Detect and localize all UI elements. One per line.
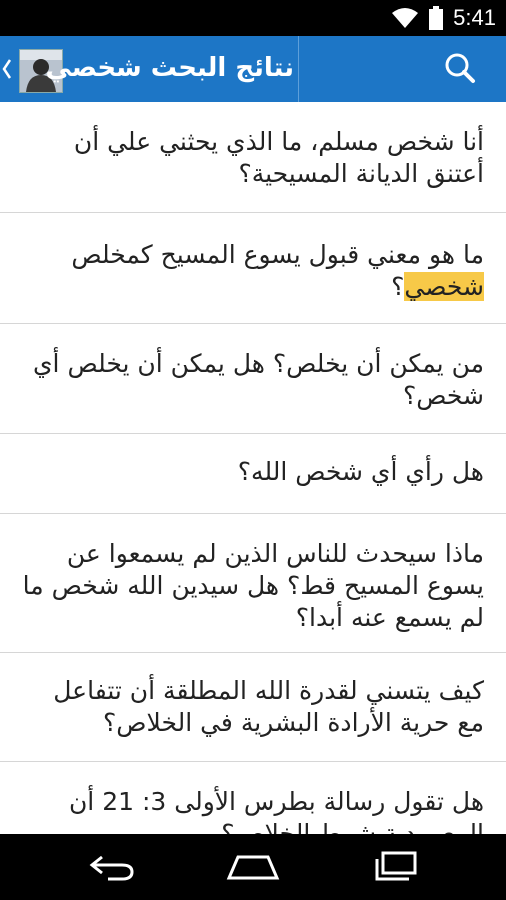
result-item[interactable]: من يمكن أن يخلص؟ هل يمكن أن يخلص أي شخص؟: [0, 324, 506, 434]
result-item[interactable]: هل تقول رسالة بطرس الأولى 3: 21 أن المعم…: [0, 762, 506, 834]
home-button[interactable]: [193, 834, 313, 900]
result-text: كيف يتسني لقدرة الله المطلقة أن تتفاعل م…: [53, 676, 484, 737]
action-bar: نتائج البحث شخصي: [0, 36, 506, 102]
result-item[interactable]: ما هو معني قبول يسوع المسيح كمخلص شخصي؟: [0, 213, 506, 324]
back-button[interactable]: [52, 834, 172, 900]
status-time: 5:41: [453, 5, 496, 30]
screen-title: نتائج البحث شخصي: [45, 53, 294, 83]
result-text-start: ما هو معني قبول يسوع المسيح كمخلص: [71, 240, 484, 269]
status-icons: 5:41: [391, 0, 496, 36]
result-text: ما هو معني قبول يسوع المسيح كمخلص شخصي؟: [22, 239, 484, 303]
search-button[interactable]: [428, 36, 506, 102]
navigation-bar: [0, 834, 506, 900]
action-divider: [298, 36, 299, 102]
result-item[interactable]: أنا شخص مسلم، ما الذي يحثني علي أن أعتنق…: [0, 102, 506, 213]
result-item[interactable]: هل رأي أي شخص الله؟: [0, 434, 506, 514]
search-highlight: شخصي: [404, 272, 484, 301]
back-icon: [89, 855, 134, 881]
result-text: هل رأي أي شخص الله؟: [237, 457, 484, 486]
recent-apps-button[interactable]: [334, 834, 454, 900]
battery-icon: [429, 6, 444, 30]
recent-apps-icon: [375, 851, 417, 881]
result-item[interactable]: ماذا سيحدث للناس الذين لم يسمعوا عن يسوع…: [0, 514, 506, 653]
home-icon: [226, 855, 280, 880]
search-icon: [445, 53, 475, 83]
result-text: أنا شخص مسلم، ما الذي يحثني علي أن أعتنق…: [73, 127, 484, 188]
result-text-end: ؟: [391, 272, 405, 301]
result-text: هل تقول رسالة بطرس الأولى 3: 21 أن المعم…: [68, 787, 484, 834]
wifi-icon: [392, 8, 419, 28]
back-chevron-icon: [2, 59, 12, 79]
up-navigation[interactable]: نتائج البحث شخصي: [0, 36, 298, 102]
result-text: من يمكن أن يخلص؟ هل يمكن أن يخلص أي شخص؟: [32, 349, 484, 410]
result-item[interactable]: كيف يتسني لقدرة الله المطلقة أن تتفاعل م…: [0, 653, 506, 762]
results-list: أنا شخص مسلم، ما الذي يحثني علي أن أعتنق…: [0, 102, 506, 834]
status-bar: 5:41: [0, 0, 506, 36]
result-text: ماذا سيحدث للناس الذين لم يسمعوا عن يسوع…: [22, 539, 484, 632]
